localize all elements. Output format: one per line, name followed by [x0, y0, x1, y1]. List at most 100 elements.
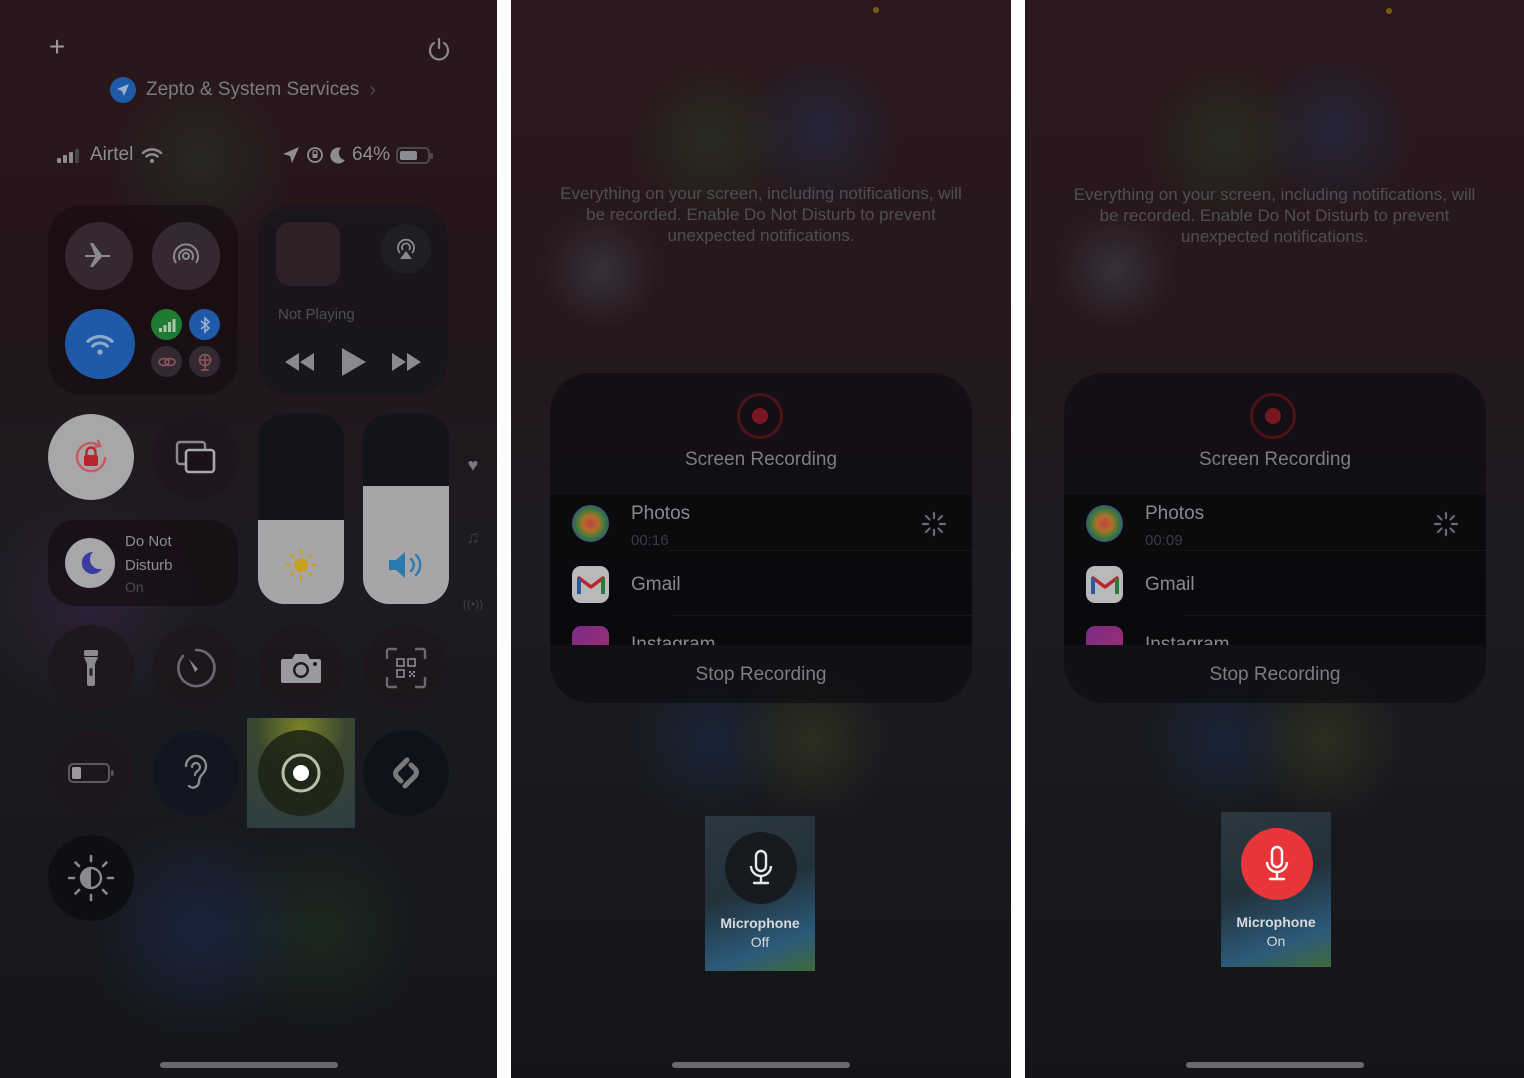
- screen-mirroring-toggle[interactable]: [153, 414, 239, 500]
- airplay-icon: [397, 238, 415, 259]
- airplay-button[interactable]: [381, 224, 431, 274]
- hotspot-toggle[interactable]: [189, 346, 220, 377]
- photos-app-icon: [1086, 505, 1123, 542]
- cellular-icon: [158, 318, 175, 332]
- home-indicator[interactable]: [1186, 1062, 1364, 1068]
- dark-mode-icon: [67, 854, 115, 902]
- heart-icon: ♥: [467, 455, 479, 475]
- status-bar-left: Airtel: [56, 142, 163, 168]
- ear-icon: [184, 754, 208, 789]
- hearing-button[interactable]: [153, 730, 239, 816]
- rotation-lock-toggle[interactable]: [48, 414, 134, 500]
- recording-warning-text: Everything on your screen, including not…: [1073, 185, 1476, 246]
- dnd-label-line1: Do Not: [125, 533, 172, 550]
- rewind-icon[interactable]: [284, 351, 316, 373]
- recording-warning-text: Everything on your screen, including not…: [560, 184, 962, 245]
- speaker-icon: [389, 552, 422, 578]
- qr-code-icon: [385, 647, 427, 689]
- rotation-lock-icon: [75, 439, 107, 473]
- app-name: Gmail: [1145, 574, 1195, 595]
- carrier-name: Airtel: [90, 144, 134, 165]
- link-icon: [157, 357, 176, 366]
- camera-in-use-dot: [1386, 8, 1392, 14]
- focus-moon-button[interactable]: [65, 538, 115, 588]
- location-arrow-icon: [283, 147, 299, 163]
- power-icon[interactable]: [426, 36, 452, 62]
- brightness-slider[interactable]: [258, 414, 344, 604]
- loading-spinner-icon: [1433, 511, 1459, 537]
- dark-mode-button[interactable]: [48, 835, 134, 921]
- media-status: Not Playing: [278, 306, 355, 323]
- timer-button[interactable]: [153, 625, 239, 711]
- plus-icon[interactable]: +: [46, 32, 68, 62]
- wifi-toggle[interactable]: [65, 309, 135, 379]
- microphone-button[interactable]: [725, 832, 797, 904]
- moon-icon: [81, 551, 102, 574]
- sun-icon: [284, 548, 318, 582]
- bluetooth-toggle[interactable]: [189, 309, 220, 340]
- signal-waves-icon: ((•)): [462, 597, 484, 611]
- screen-recording-mic-off-screen: Everything on your screen, including not…: [511, 0, 1011, 1078]
- fast-forward-icon[interactable]: [390, 351, 422, 373]
- wifi-status-icon: [142, 148, 163, 163]
- battery-icon: [68, 763, 114, 783]
- screen-mirroring-icon: [175, 440, 216, 474]
- music-note-icon: ♫: [466, 527, 480, 547]
- wifi-icon: [86, 334, 114, 355]
- gmail-app-icon: [572, 566, 609, 603]
- location-arrow-icon: [110, 77, 136, 103]
- flashlight-icon: [84, 650, 98, 686]
- recording-timer: 00:09: [1145, 532, 1183, 549]
- airplane-icon: [85, 243, 111, 267]
- screen-record-icon: [281, 753, 321, 793]
- control-center-screen: + Zepto & System Services › Airtel 64% N…: [0, 0, 497, 1078]
- low-power-mode-button[interactable]: [48, 730, 134, 816]
- volume-slider[interactable]: [363, 414, 449, 604]
- screen-record-button[interactable]: [258, 730, 344, 816]
- gmail-app-icon: [1086, 566, 1123, 603]
- flashlight-button[interactable]: [48, 625, 134, 711]
- home-indicator[interactable]: [160, 1062, 338, 1068]
- microphone-state: On: [1266, 933, 1286, 949]
- screen-recording-mic-on-screen: Everything on your screen, including not…: [1025, 0, 1524, 1078]
- microphone-label: Microphone: [720, 915, 800, 931]
- battery-percentage: 64%: [352, 144, 391, 165]
- camera-button[interactable]: [258, 625, 344, 711]
- instagram-app-icon: [1086, 626, 1123, 645]
- record-indicator-icon: [737, 393, 783, 439]
- camera-in-use-dot: [873, 7, 879, 13]
- screen-recording-title: Screen Recording: [684, 449, 838, 470]
- home-indicator[interactable]: [672, 1062, 850, 1068]
- photos-app-icon: [572, 505, 609, 542]
- hotspot-icon: [198, 353, 211, 371]
- link-toggle[interactable]: [151, 346, 182, 377]
- microphone-toggle[interactable]: Microphone On: [1221, 812, 1331, 967]
- microphone-toggle[interactable]: Microphone Off: [705, 816, 815, 971]
- app-name: Instagram: [631, 634, 716, 645]
- microphone-button[interactable]: [1241, 828, 1313, 900]
- app-list-item[interactable]: Instagram: [1064, 620, 1486, 645]
- shazam-icon: [393, 757, 419, 789]
- chevron-right-icon: ›: [369, 78, 376, 101]
- qr-scanner-button[interactable]: [363, 625, 449, 711]
- dnd-state: On: [125, 579, 144, 595]
- signal-bars-icon: [57, 149, 79, 163]
- airplane-mode-toggle[interactable]: [65, 222, 133, 290]
- location-label: Zepto & System Services: [146, 79, 360, 100]
- cellular-toggle[interactable]: [151, 309, 182, 340]
- app-list-item[interactable]: Instagram: [550, 620, 972, 645]
- shazam-button[interactable]: [363, 730, 449, 816]
- app-name: Instagram: [1145, 634, 1230, 645]
- airdrop-toggle[interactable]: [152, 222, 220, 290]
- location-services-indicator[interactable]: Zepto & System Services ›: [110, 76, 376, 104]
- microphone-state: Off: [750, 934, 770, 950]
- record-indicator-icon: [1250, 393, 1296, 439]
- play-icon[interactable]: [340, 346, 368, 378]
- stop-recording-button[interactable]: Stop Recording: [550, 664, 972, 686]
- volume-level-fill: [363, 486, 449, 604]
- screen-recording-title: Screen Recording: [1198, 449, 1352, 470]
- status-bar-right: 64%: [282, 142, 434, 168]
- stop-recording-button[interactable]: Stop Recording: [1064, 664, 1486, 686]
- instagram-app-icon: [572, 626, 609, 645]
- airdrop-icon: [173, 243, 199, 264]
